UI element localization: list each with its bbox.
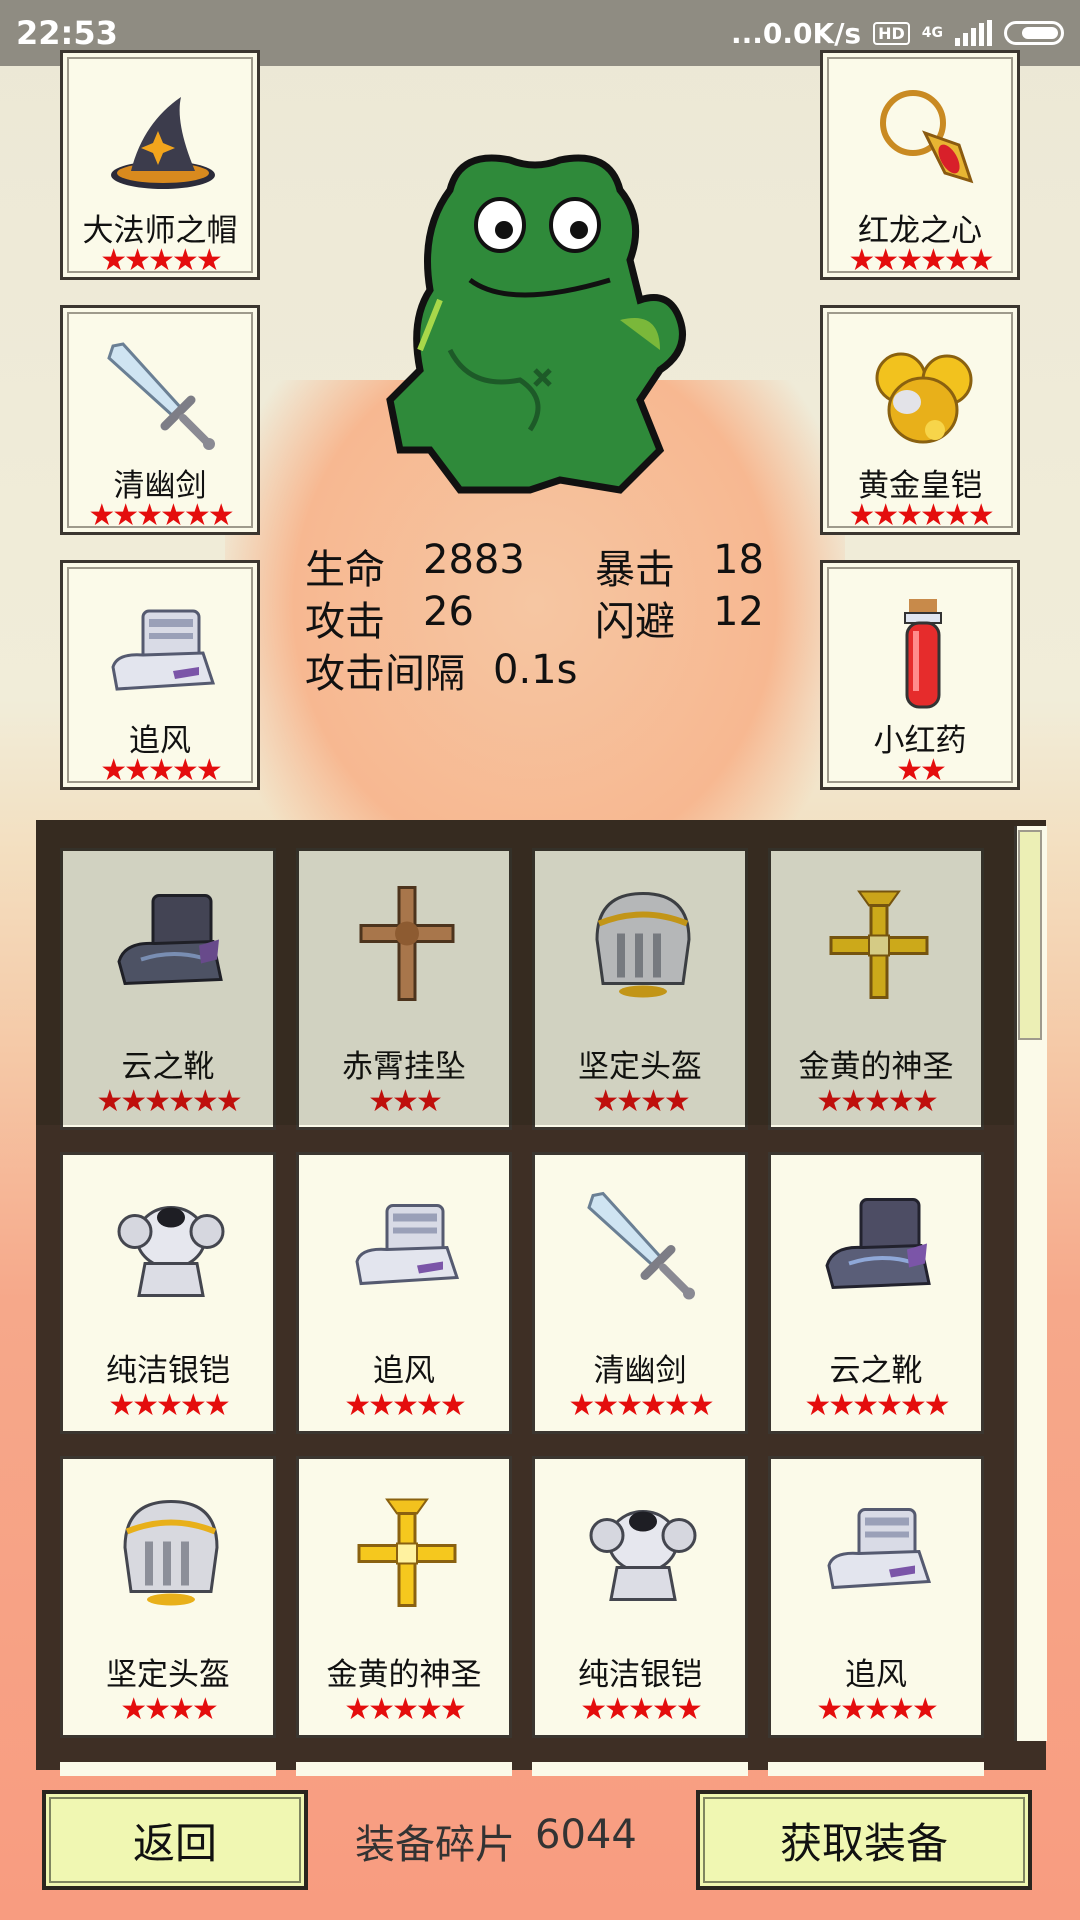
fragments-value: 6044 (535, 1812, 637, 1858)
inventory-item-name: 清幽剑 (593, 1353, 687, 1389)
gold-cross-pendant-icon (347, 1489, 467, 1614)
dark-boots-icon (111, 881, 231, 1006)
stat-crit-label: 暴击 (595, 547, 675, 593)
rating-stars: ★★★★★ (108, 1388, 230, 1423)
dark-boots-icon (819, 1185, 939, 1310)
rating-stars: ★★★★★★ (96, 1084, 242, 1119)
fragments-label: 装备碎片 (355, 1822, 515, 1868)
inventory-item[interactable]: 云之靴 ★★★★★★ (60, 848, 276, 1130)
inventory-item-name: 追风 (845, 1657, 907, 1693)
hero-stats: 生命 2883 暴击 18 攻击 26 闪避 12 攻击间隔 0.1s (305, 537, 885, 697)
rating-stars: ★★★★★ (580, 1692, 702, 1727)
inventory-item[interactable]: 追风 ★★★★★ (768, 1456, 984, 1738)
equipped-slot-armor[interactable]: 黄金皇铠 ★★★★★★ (820, 305, 1020, 535)
rating-stars: ★★★★★★ (804, 1388, 950, 1423)
inventory-item-name: 坚定头盔 (106, 1657, 230, 1693)
inventory-item-name: 纯洁银铠 (106, 1353, 230, 1389)
helmet-icon (583, 881, 703, 1006)
inventory-item-name: 金黄的神圣 (326, 1657, 482, 1693)
signal-icon (955, 20, 992, 46)
inventory-item-name: 追风 (373, 1353, 435, 1389)
rating-stars: ★★★★★ (344, 1388, 466, 1423)
equipped-slot-hat[interactable]: 大法师之帽 ★★★★★ (60, 50, 260, 280)
stat-hp-value: 2883 (423, 537, 525, 583)
wizard-hat-icon (103, 83, 223, 203)
inventory-item[interactable]: 纯洁银铠 ★★★★★ (532, 1456, 748, 1738)
hd-badge: HD (873, 21, 910, 45)
stat-crit-value: 18 (713, 537, 764, 583)
inventory-item-name: 云之靴 (121, 1049, 215, 1085)
rating-stars: ★★★★★ (100, 243, 222, 278)
helmet-icon (111, 1489, 231, 1614)
rating-stars: ★★★★★ (816, 1084, 938, 1119)
rating-stars: ★★★★★ (344, 1692, 466, 1727)
network-speed: ...0.0K/s (730, 16, 862, 50)
rating-stars: ★★★★ (120, 1692, 219, 1727)
rating-stars: ★★★★★ (100, 753, 222, 788)
equipped-slot-weapon[interactable]: 清幽剑 ★★★★★★ (60, 305, 260, 535)
silver-armor-icon (111, 1185, 231, 1310)
equipped-slot-boots[interactable]: 追风 ★★★★★ (60, 560, 260, 790)
sword-icon (103, 338, 223, 458)
amulet-icon (863, 83, 983, 203)
inventory-item[interactable]: 清幽剑 ★★★★★★ (532, 1152, 748, 1434)
bronze-cross-pendant-icon (347, 881, 467, 1006)
back-button[interactable]: 返回 (42, 1790, 308, 1890)
inventory-item[interactable]: 坚定头盔 ★★★★ (532, 848, 748, 1130)
inventory-item[interactable]: 金黄的神圣 ★★★★★ (296, 1456, 512, 1738)
equipped-slot-potion[interactable]: 小红药 ★★ (820, 560, 1020, 790)
rating-stars: ★★★★ (592, 1084, 691, 1119)
inventory-item-name: 坚定头盔 (578, 1049, 702, 1085)
stat-hp-label: 生命 (305, 547, 385, 593)
golden-armor-icon (863, 338, 983, 458)
rating-stars: ★★★★★★ (848, 498, 994, 533)
status-time: 22:53 (16, 14, 118, 52)
inventory-item-name: 赤霄挂坠 (342, 1049, 466, 1085)
rating-stars: ★★★★★ (816, 1692, 938, 1727)
rating-stars: ★★★★★★ (848, 243, 994, 278)
rating-stars: ★★★★★★ (568, 1388, 714, 1423)
inventory-item-partial[interactable] (60, 1762, 276, 1776)
inventory-scrollbar-thumb[interactable] (1018, 830, 1042, 1040)
stat-attack-label: 攻击 (305, 599, 385, 645)
silver-boots-icon (347, 1185, 467, 1310)
equipment-fragments: 装备碎片 6044 (355, 1812, 637, 1870)
inventory-item[interactable]: 坚定头盔 ★★★★ (60, 1456, 276, 1738)
frog-hero-icon (386, 154, 686, 494)
inventory-item[interactable]: 云之靴 ★★★★★★ (768, 1152, 984, 1434)
silver-boots-icon (819, 1489, 939, 1614)
inventory-item-name: 云之靴 (829, 1353, 923, 1389)
rating-stars: ★★★★★★ (88, 498, 234, 533)
rating-stars: ★★ (896, 753, 947, 788)
stat-dodge-label: 闪避 (595, 599, 675, 645)
stat-attack-value: 26 (423, 589, 474, 635)
red-potion-icon (863, 593, 983, 713)
inventory-item[interactable]: 金黄的神圣 ★★★★★ (768, 848, 984, 1130)
sword-icon (583, 1185, 703, 1310)
stat-dodge-value: 12 (713, 589, 764, 635)
inventory-item-partial[interactable] (532, 1762, 748, 1776)
stat-attack-interval-label: 攻击间隔 (305, 651, 465, 697)
inventory-item-name: 金黄的神圣 (798, 1049, 954, 1085)
inventory-item[interactable]: 追风 ★★★★★ (296, 1152, 512, 1434)
gold-cross-pendant-icon (819, 881, 939, 1006)
status-indicators: ...0.0K/s HD 4G (731, 17, 1064, 50)
inventory-item-name: 纯洁银铠 (578, 1657, 702, 1693)
inventory-item[interactable]: 赤霄挂坠 ★★★ (296, 848, 512, 1130)
silver-boots-icon (103, 593, 223, 713)
equipped-slot-amulet[interactable]: 红龙之心 ★★★★★★ (820, 50, 1020, 280)
inventory-item-partial[interactable] (296, 1762, 512, 1776)
inventory-item[interactable]: 纯洁银铠 ★★★★★ (60, 1152, 276, 1434)
stat-attack-interval-value: 0.1s (493, 647, 578, 693)
network-type: 4G (921, 25, 943, 41)
inventory-item-partial[interactable] (768, 1762, 984, 1776)
rating-stars: ★★★ (368, 1084, 443, 1119)
silver-armor-icon (583, 1489, 703, 1614)
get-equipment-button[interactable]: 获取装备 (696, 1790, 1032, 1890)
battery-icon (1004, 21, 1064, 45)
